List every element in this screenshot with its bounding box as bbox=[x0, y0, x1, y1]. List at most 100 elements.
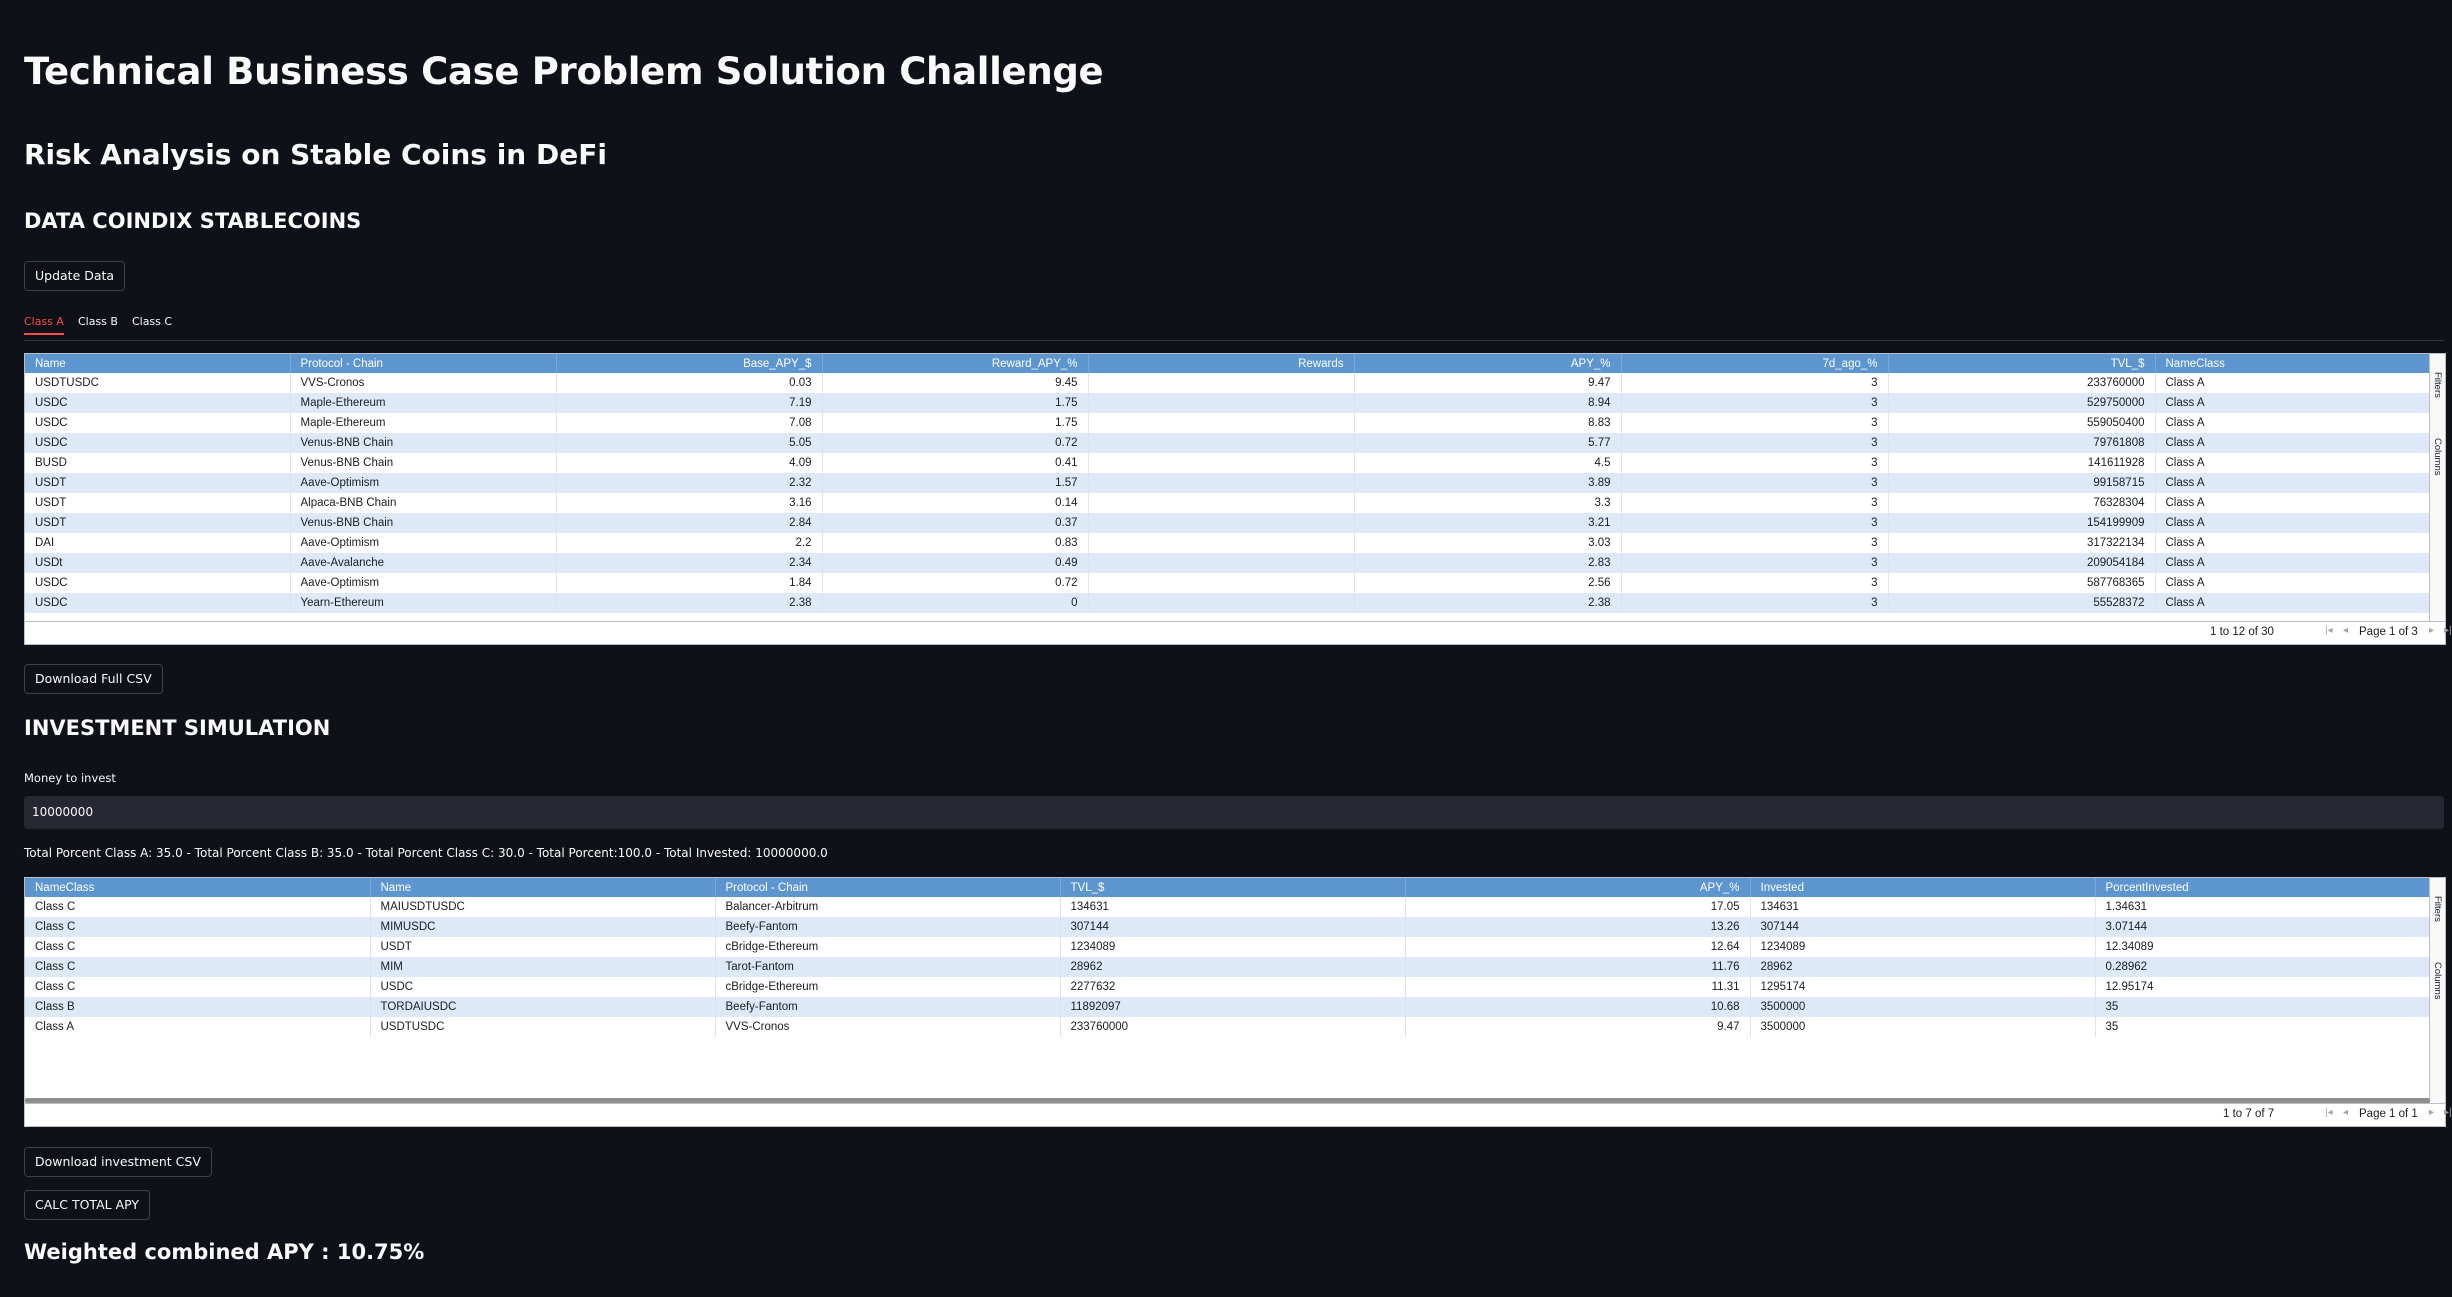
table-cell: Balancer-Arbitrum bbox=[715, 897, 1061, 917]
table-row[interactable]: Class C MIMUSDC Beefy-Fantom 307144 13.26 307… bbox=[25, 917, 2431, 937]
table-cell: 11892097 bbox=[1060, 997, 1406, 1017]
table-row[interactable]: USDTUSDC VVS-Cronos 0.03 9.45 9.47 3 233760000… bbox=[25, 373, 2431, 393]
columns-panel-tab[interactable]: Columns bbox=[2432, 962, 2443, 1000]
column-header[interactable]: Invested bbox=[1750, 878, 2096, 897]
table-cell: 317322134 bbox=[1888, 533, 2156, 553]
grid-pagination: 1 to 12 of 30 |◂ ◂ Page 1 of 3 ▸ ▸| bbox=[25, 621, 2452, 644]
columns-panel-tab[interactable]: Columns bbox=[2432, 438, 2443, 476]
table-cell: 0.49 bbox=[822, 553, 1089, 573]
last-page-icon[interactable]: ▸| bbox=[2444, 1107, 2452, 1118]
column-header[interactable]: Protocol - Chain bbox=[290, 354, 557, 373]
table-row[interactable]: Class C USDC cBridge-Ethereum 2277632 11.31 1… bbox=[25, 977, 2431, 997]
column-header[interactable]: 7d_ago_% bbox=[1621, 354, 1889, 373]
update-data-button[interactable]: Update Data bbox=[24, 261, 126, 291]
column-header[interactable]: TVL_$ bbox=[1060, 878, 1406, 897]
table-cell: 3.89 bbox=[1354, 473, 1622, 493]
filters-panel-tab[interactable]: Filters bbox=[2432, 896, 2443, 922]
table-cell: 2.32 bbox=[556, 473, 823, 493]
table-row[interactable]: Class C MAIUSDTUSDC Balancer-Arbitrum 13463… bbox=[25, 897, 2431, 917]
table-cell: 3 bbox=[1621, 573, 1889, 593]
column-header[interactable]: Rewards bbox=[1088, 354, 1355, 373]
table-row[interactable]: DAI Aave-Optimism 2.2 0.83 3.03 3 317322134 Cla… bbox=[25, 533, 2431, 553]
table-cell: 1.75 bbox=[822, 393, 1089, 413]
column-header[interactable]: TVL_$ bbox=[1888, 354, 2156, 373]
table-cell: MIM bbox=[370, 957, 716, 977]
table-row[interactable]: USDC Aave-Optimism 1.84 0.72 2.56 3 587768365 C… bbox=[25, 573, 2431, 593]
table-cell: Class C bbox=[25, 937, 371, 957]
table-cell: 134631 bbox=[1060, 897, 1406, 917]
table-cell: 0.72 bbox=[822, 573, 1089, 593]
table-cell: Aave-Optimism bbox=[290, 573, 557, 593]
table-cell: USDT bbox=[25, 473, 291, 493]
table-cell: USDC bbox=[25, 593, 291, 613]
money-to-invest-input[interactable]: 10000000 bbox=[24, 796, 2444, 829]
tab-class-c[interactable]: Class C bbox=[132, 310, 172, 332]
table-row[interactable]: USDT Aave-Optimism 2.32 1.57 3.89 3 99158715 Cl… bbox=[25, 473, 2431, 493]
table-row[interactable]: USDt Aave-Avalanche 2.34 0.49 2.83 3 209054184… bbox=[25, 553, 2431, 573]
column-header[interactable]: Name bbox=[370, 878, 716, 897]
table-cell: 2277632 bbox=[1060, 977, 1406, 997]
download-full-csv-button[interactable]: Download Full CSV bbox=[24, 664, 163, 694]
table-row[interactable]: USDC Venus-BNB Chain 5.05 0.72 5.77 3 79761808… bbox=[25, 433, 2431, 453]
column-header[interactable]: Base_APY_$ bbox=[556, 354, 823, 373]
table-cell: 76328304 bbox=[1888, 493, 2156, 513]
first-page-icon[interactable]: |◂ bbox=[2325, 625, 2333, 636]
first-page-icon[interactable]: |◂ bbox=[2325, 1107, 2333, 1118]
table-cell: 5.05 bbox=[556, 433, 823, 453]
table-cell: 55528372 bbox=[1888, 593, 2156, 613]
table-row[interactable]: Class A USDTUSDC VVS-Cronos 233760000 9.47 35… bbox=[25, 1017, 2431, 1037]
previous-page-icon[interactable]: ◂ bbox=[2343, 1107, 2348, 1118]
tab-class-a[interactable]: Class A bbox=[24, 310, 64, 335]
table-cell: Class A bbox=[2155, 553, 2431, 573]
table-cell: USDTUSDC bbox=[370, 1017, 716, 1037]
table-row[interactable]: USDT Venus-BNB Chain 2.84 0.37 3.21 3 15419990… bbox=[25, 513, 2431, 533]
column-header[interactable]: NameClass bbox=[2155, 354, 2431, 373]
grid-side-bar: Filters Columns bbox=[2429, 354, 2445, 622]
table-cell: Class A bbox=[2155, 573, 2431, 593]
last-page-icon[interactable]: ▸| bbox=[2444, 625, 2452, 636]
column-header[interactable]: NameClass bbox=[25, 878, 371, 897]
table-cell: 209054184 bbox=[1888, 553, 2156, 573]
table-cell: Beefy-Fantom bbox=[715, 917, 1061, 937]
table-cell: 7.19 bbox=[556, 393, 823, 413]
filters-panel-tab[interactable]: Filters bbox=[2432, 372, 2443, 398]
table-cell: USDTUSDC bbox=[25, 373, 291, 393]
previous-page-icon[interactable]: ◂ bbox=[2343, 625, 2348, 636]
column-header[interactable]: Protocol - Chain bbox=[715, 878, 1061, 897]
next-page-icon[interactable]: ▸ bbox=[2429, 1107, 2434, 1118]
tab-class-b[interactable]: Class B bbox=[78, 310, 118, 332]
table-cell: Class A bbox=[2155, 513, 2431, 533]
table-cell: 0 bbox=[822, 593, 1089, 613]
table-cell: USDC bbox=[370, 977, 716, 997]
column-header[interactable]: APY_% bbox=[1354, 354, 1622, 373]
class-tabs: Class A Class B Class C bbox=[24, 310, 2444, 341]
table-row[interactable]: Class B TORDAIUSDC Beefy-Fantom 11892097 10.… bbox=[25, 997, 2431, 1017]
table-cell: Class A bbox=[2155, 373, 2431, 393]
table-cell bbox=[1088, 453, 1355, 473]
table-cell: 7.08 bbox=[556, 413, 823, 433]
table-cell: 0.14 bbox=[822, 493, 1089, 513]
column-header[interactable]: APY_% bbox=[1405, 878, 1751, 897]
table-cell: 0.72 bbox=[822, 433, 1089, 453]
table-cell: Class A bbox=[2155, 493, 2431, 513]
table-cell: 529750000 bbox=[1888, 393, 2156, 413]
table-row[interactable]: Class C MIM Tarot-Fantom 28962 11.76 28962 0.2… bbox=[25, 957, 2431, 977]
table-cell: 13.26 bbox=[1405, 917, 1751, 937]
table-row[interactable]: USDC Maple-Ethereum 7.08 1.75 8.83 3 559050400… bbox=[25, 413, 2431, 433]
table-cell bbox=[1088, 513, 1355, 533]
column-header[interactable]: Name bbox=[25, 354, 291, 373]
table-row[interactable]: Class C USDT cBridge-Ethereum 1234089 12.64 1… bbox=[25, 937, 2431, 957]
download-investment-csv-button[interactable]: Download investment CSV bbox=[24, 1147, 212, 1177]
column-header[interactable]: PorcentInvested bbox=[2095, 878, 2431, 897]
table-row[interactable]: USDC Maple-Ethereum 7.19 1.75 8.94 3 529750000… bbox=[25, 393, 2431, 413]
calc-total-apy-button[interactable]: CALC TOTAL APY bbox=[24, 1190, 151, 1220]
table-cell bbox=[1088, 433, 1355, 453]
table-cell: Aave-Optimism bbox=[290, 473, 557, 493]
table-cell: 8.83 bbox=[1354, 413, 1622, 433]
table-row[interactable]: USDT Alpaca-BNB Chain 3.16 0.14 3.3 3 76328304… bbox=[25, 493, 2431, 513]
table-row[interactable]: USDC Yearn-Ethereum 2.38 0 2.38 3 55528372 Clas… bbox=[25, 593, 2431, 613]
next-page-icon[interactable]: ▸ bbox=[2429, 625, 2434, 636]
table-row[interactable]: BUSD Venus-BNB Chain 4.09 0.41 4.5 3 141611928… bbox=[25, 453, 2431, 473]
table-cell: 2.38 bbox=[556, 593, 823, 613]
column-header[interactable]: Reward_APY_% bbox=[822, 354, 1089, 373]
